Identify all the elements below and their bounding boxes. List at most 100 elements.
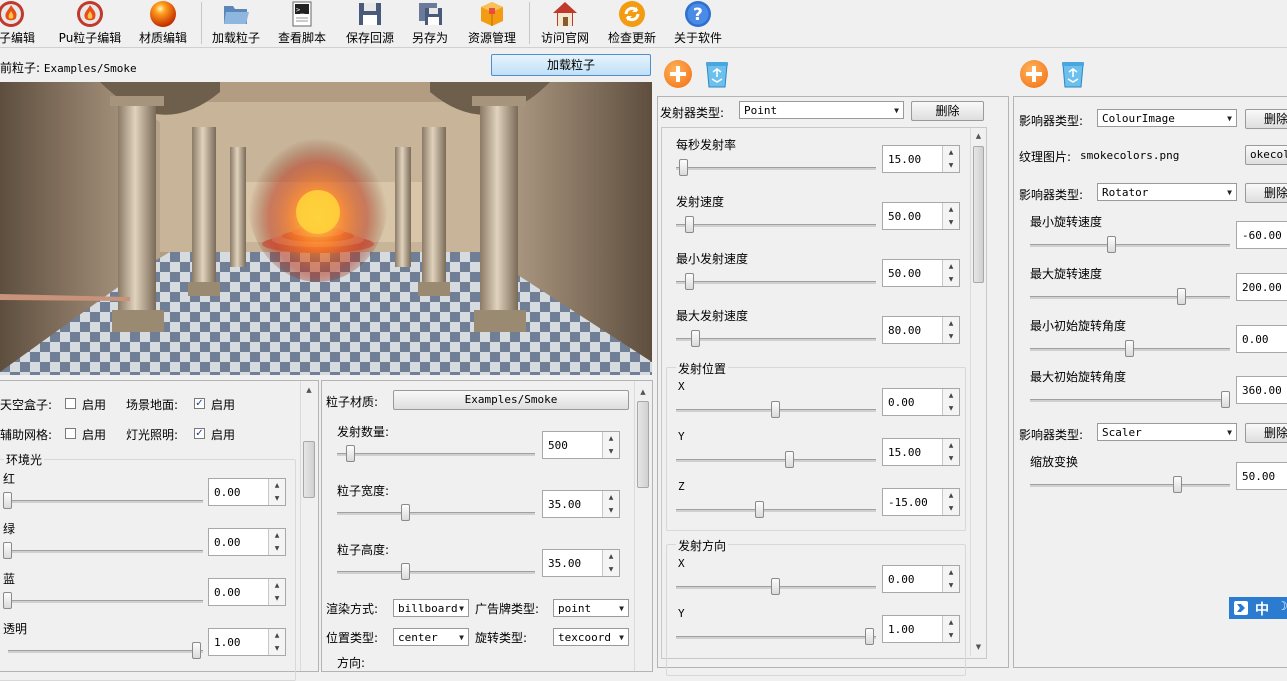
scrollbar-thumb[interactable]: [303, 441, 315, 498]
particle-edit-button[interactable]: 粒子编辑: [0, 0, 44, 46]
dir-x-slider[interactable]: [676, 578, 876, 596]
skybox-checkbox[interactable]: [65, 398, 76, 409]
max-rotation-speed-spinbox[interactable]: 200.00: [1236, 273, 1287, 301]
min-initial-angle-spinbox[interactable]: 0.00: [1236, 325, 1287, 353]
material-edit-button[interactable]: 材质编辑: [133, 0, 193, 46]
pos-y-slider[interactable]: [676, 451, 876, 469]
emit-speed-spinbox[interactable]: 50.00 ▲ ▼: [882, 202, 960, 230]
render-viewport[interactable]: [0, 82, 652, 375]
material-select-button[interactable]: Examples/Smoke: [393, 390, 629, 410]
spin-arrows[interactable]: ▲ ▼: [942, 203, 959, 229]
clear-affector-button[interactable]: [1059, 59, 1087, 89]
alpha-slider[interactable]: [8, 642, 203, 660]
green-spinbox[interactable]: 0.00 ▲ ▼: [208, 528, 286, 556]
emit-speed-slider[interactable]: [676, 216, 876, 234]
add-affector-button[interactable]: [1020, 60, 1048, 88]
pos-z-spinbox[interactable]: -15.00 ▲ ▼: [882, 488, 960, 516]
spin-arrows[interactable]: ▲ ▼: [942, 439, 959, 465]
red-spinbox[interactable]: 0.00 ▲ ▼: [208, 478, 286, 506]
save-as-button[interactable]: 另存为: [402, 0, 458, 46]
spin-arrows[interactable]: ▲ ▼: [602, 550, 619, 576]
max-initial-angle-spinbox[interactable]: 360.00: [1236, 376, 1287, 404]
delete-scaler-affector-button[interactable]: 删除: [1245, 423, 1287, 443]
spin-arrows[interactable]: ▲ ▼: [942, 616, 959, 642]
dir-y-slider[interactable]: [676, 628, 876, 646]
billboard-type-combo[interactable]: point: [553, 599, 629, 617]
load-particle-blue-button[interactable]: 加载粒子: [491, 54, 651, 76]
particle-width-spinbox[interactable]: 35.00 ▲ ▼: [542, 490, 620, 518]
scale-spinbox[interactable]: 50.00: [1236, 462, 1287, 490]
scrollbar-thumb[interactable]: [973, 146, 984, 283]
clear-emitter-button[interactable]: [703, 59, 731, 89]
emit-count-slider[interactable]: [337, 445, 535, 463]
min-initial-angle-slider[interactable]: [1030, 340, 1230, 358]
texture-select-button[interactable]: okecolo: [1245, 145, 1287, 165]
max-rotation-speed-slider[interactable]: [1030, 288, 1230, 306]
visit-website-button[interactable]: 访问官网: [535, 0, 595, 46]
lighting-checkbox[interactable]: ✓: [194, 428, 205, 439]
spin-arrows[interactable]: ▲ ▼: [942, 566, 959, 592]
particle-height-spinbox[interactable]: 35.00 ▲ ▼: [542, 549, 620, 577]
spin-arrows[interactable]: ▲ ▼: [268, 629, 285, 655]
max-initial-angle-slider[interactable]: [1030, 391, 1230, 409]
spin-arrows[interactable]: ▲ ▼: [268, 579, 285, 605]
load-particle-button[interactable]: 加载粒子: [206, 0, 266, 46]
rotation-type-combo[interactable]: texcoord: [553, 628, 629, 646]
pos-x-slider[interactable]: [676, 401, 876, 419]
spin-arrows[interactable]: ▲ ▼: [602, 491, 619, 517]
spin-arrows[interactable]: ▲ ▼: [942, 146, 959, 172]
spin-arrows[interactable]: ▲ ▼: [942, 389, 959, 415]
blue-slider[interactable]: [3, 592, 203, 610]
pos-z-slider[interactable]: [676, 501, 876, 519]
check-update-button[interactable]: 检查更新: [602, 0, 662, 46]
colour-affector-combo[interactable]: ColourImage: [1097, 109, 1237, 127]
spin-arrows[interactable]: ▲ ▼: [268, 479, 285, 505]
particle-width-slider[interactable]: [337, 504, 535, 522]
min-speed-slider[interactable]: [676, 273, 876, 291]
spin-arrows[interactable]: ▲ ▼: [268, 529, 285, 555]
min-speed-spinbox[interactable]: 50.00 ▲ ▼: [882, 259, 960, 287]
position-type-combo[interactable]: center: [393, 628, 469, 646]
resource-manager-button[interactable]: 资源管理: [462, 0, 522, 46]
emitter-type-combo[interactable]: Point: [739, 101, 904, 119]
delete-colour-affector-button[interactable]: 删除: [1245, 109, 1287, 129]
delete-emitter-button[interactable]: 删除: [911, 101, 984, 121]
emit-count-spinbox[interactable]: 500 ▲ ▼: [542, 431, 620, 459]
green-slider[interactable]: [3, 542, 203, 560]
blue-spinbox[interactable]: 0.00 ▲ ▼: [208, 578, 286, 606]
emit-rate-slider[interactable]: [676, 159, 876, 177]
spin-arrows[interactable]: ▲ ▼: [942, 317, 959, 343]
ime-indicator[interactable]: 中 ☽: [1229, 597, 1287, 619]
grid-checkbox[interactable]: [65, 428, 76, 439]
spin-arrows[interactable]: ▲ ▼: [602, 432, 619, 458]
ground-checkbox[interactable]: ✓: [194, 398, 205, 409]
max-speed-slider[interactable]: [676, 330, 876, 348]
pos-y-spinbox[interactable]: 15.00 ▲ ▼: [882, 438, 960, 466]
render-mode-combo[interactable]: billboard: [393, 599, 469, 617]
pos-x-spinbox[interactable]: 0.00 ▲ ▼: [882, 388, 960, 416]
emit-rate-spinbox[interactable]: 15.00 ▲ ▼: [882, 145, 960, 173]
scene-settings-scrollbar[interactable]: ▲: [300, 381, 317, 671]
alpha-spinbox[interactable]: 1.00 ▲ ▼: [208, 628, 286, 656]
particle-height-slider[interactable]: [337, 563, 535, 581]
spin-arrows[interactable]: ▲ ▼: [942, 260, 959, 286]
dir-x-spinbox[interactable]: 0.00 ▲ ▼: [882, 565, 960, 593]
emitter-scrollbar[interactable]: ▲ ▼: [970, 128, 986, 656]
scrollbar-thumb[interactable]: [637, 401, 649, 488]
max-speed-spinbox[interactable]: 80.00 ▲ ▼: [882, 316, 960, 344]
view-script-button[interactable]: >_ 查看脚本: [272, 0, 332, 46]
save-button[interactable]: 保存回源: [340, 0, 400, 46]
rotator-affector-combo[interactable]: Rotator: [1097, 183, 1237, 201]
scale-slider[interactable]: [1030, 476, 1230, 494]
dir-y-spinbox[interactable]: 1.00 ▲ ▼: [882, 615, 960, 643]
spin-arrows[interactable]: ▲ ▼: [942, 489, 959, 515]
material-scrollbar[interactable]: ▲: [634, 381, 651, 671]
scaler-affector-combo[interactable]: Scaler: [1097, 423, 1237, 441]
about-button[interactable]: ? 关于软件: [668, 0, 728, 46]
delete-rotator-affector-button[interactable]: 删除: [1245, 183, 1287, 203]
add-emitter-button[interactable]: [664, 60, 692, 88]
pu-particle-edit-button[interactable]: Pu粒子编辑: [57, 0, 123, 46]
red-slider[interactable]: [3, 492, 203, 510]
min-rotation-speed-slider[interactable]: [1030, 236, 1230, 254]
min-rotation-speed-spinbox[interactable]: -60.00: [1236, 221, 1287, 249]
